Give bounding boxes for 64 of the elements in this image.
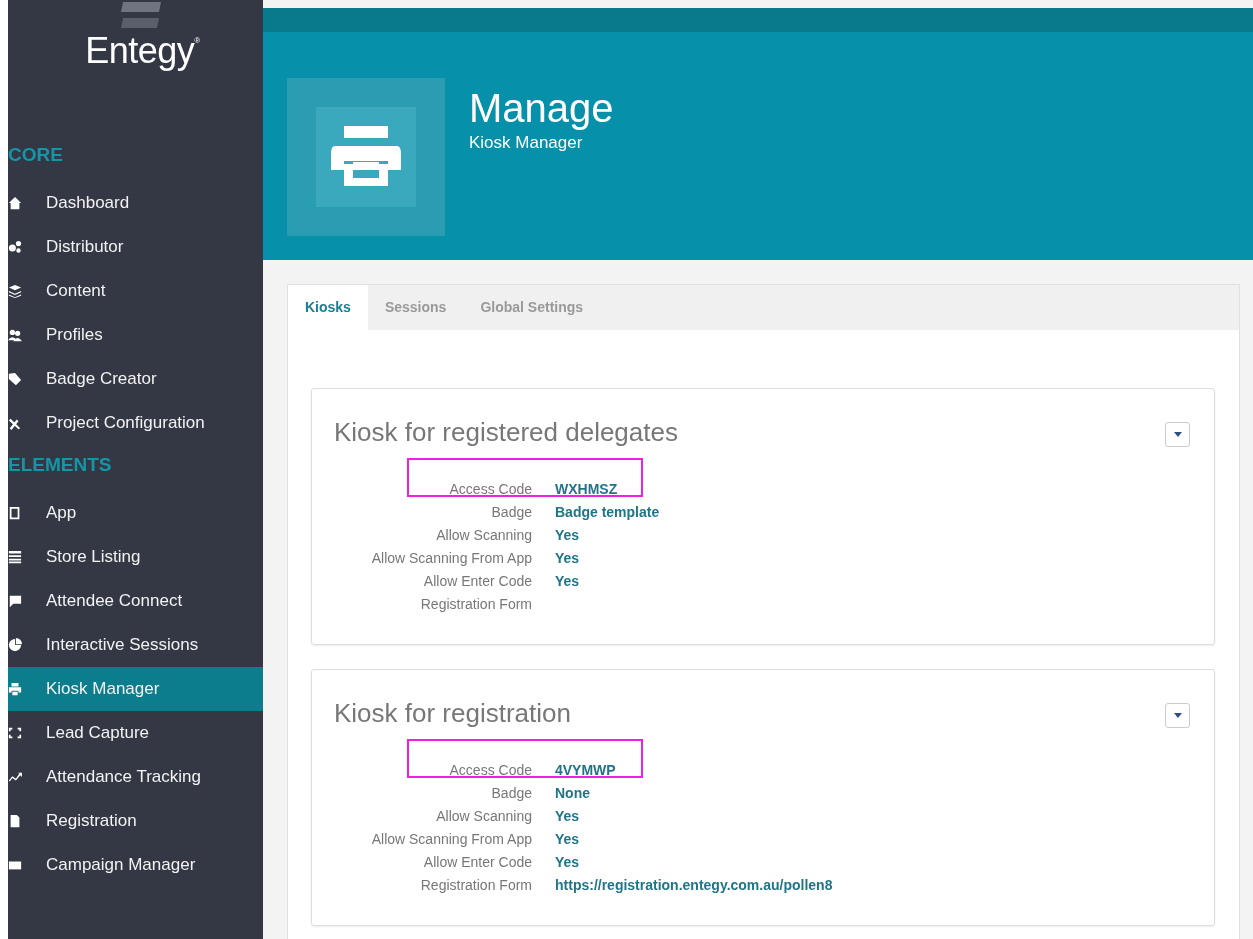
field-label: Badge: [490, 784, 532, 801]
field-label: Allow Enter Code: [422, 572, 532, 589]
sidebar-item[interactable]: Badge Creator: [8, 357, 263, 401]
field-value: Yes: [555, 830, 580, 847]
field-label: Access Code: [448, 761, 532, 778]
field-label: Badge: [490, 503, 532, 520]
field-value: Yes: [555, 807, 580, 824]
card-title: Kiosk for registered delegates: [334, 417, 678, 448]
chat-icon: [8, 594, 22, 608]
field-label: Allow Scanning: [435, 526, 532, 543]
tablet-icon: [8, 506, 22, 520]
field-value: 4VYMWP: [555, 761, 616, 778]
page-title: Manage: [469, 86, 614, 131]
sidebar-item[interactable]: Kiosk Manager: [8, 667, 263, 711]
printer-icon: [8, 682, 22, 696]
card-title: Kiosk for registration: [334, 698, 571, 729]
tab[interactable]: Kiosks: [288, 285, 368, 330]
field-value: Yes: [555, 549, 580, 566]
field-label: Allow Enter Code: [422, 853, 532, 870]
field-value: None: [555, 784, 590, 801]
printer-icon: [331, 126, 401, 188]
sidebar-item[interactable]: Campaign Manager: [8, 843, 263, 887]
list-icon: [8, 550, 22, 564]
field-value: Badge template: [555, 503, 660, 520]
field-label: Allow Scanning: [435, 807, 532, 824]
gears-icon: [8, 240, 22, 254]
field-label: Access Code: [448, 480, 532, 497]
layers-icon: [8, 284, 22, 298]
tag-icon: [8, 372, 22, 386]
field-label: Allow Scanning From App: [370, 830, 532, 847]
dropdown-button[interactable]: [1165, 422, 1190, 447]
brackets-icon: [8, 726, 22, 740]
dropdown-button[interactable]: [1165, 703, 1190, 728]
field-label: Registration Form: [419, 876, 532, 893]
sidebar-item[interactable]: Registration: [8, 799, 263, 843]
field-value: Yes: [555, 572, 580, 589]
sidebar-item[interactable]: App: [8, 491, 263, 535]
caret-icon: [1173, 432, 1182, 437]
document-icon: [8, 814, 22, 828]
sidebar-item[interactable]: Dashboard: [8, 181, 263, 225]
sidebar-item[interactable]: Store Listing: [8, 535, 263, 579]
sidebar-item[interactable]: Attendee Connect: [8, 579, 263, 623]
page-subtitle: Kiosk Manager: [469, 133, 584, 153]
home-icon: [8, 196, 22, 210]
field-value: WXHMSZ: [555, 480, 618, 497]
sidebar-item[interactable]: Profiles: [8, 313, 263, 357]
people-icon: [8, 328, 22, 342]
trend-icon: [8, 770, 22, 784]
field-label: Registration Form: [419, 595, 532, 612]
field-value: Yes: [555, 853, 580, 870]
sidebar-item[interactable]: Interactive Sessions: [8, 623, 263, 667]
sidebar-item[interactable]: Content: [8, 269, 263, 313]
sidebar-item[interactable]: Lead Capture: [8, 711, 263, 755]
section-heading: ELEMENTS: [8, 453, 113, 477]
sidebar-item[interactable]: Distributor: [8, 225, 263, 269]
field-value: Yes: [555, 526, 580, 543]
sidebar-item[interactable]: Attendance Tracking: [8, 755, 263, 799]
sidebar-item[interactable]: Project Configuration: [8, 401, 263, 445]
brand-logo: Entegy$^{®}$: [85, 30, 200, 72]
field-value: https://registration.entegy.com.au/pollen8: [555, 876, 833, 893]
field-label: Allow Scanning From App: [370, 549, 532, 566]
section-heading: CORE: [8, 143, 64, 167]
caret-icon: [1173, 713, 1182, 718]
pie-icon: [8, 638, 22, 652]
